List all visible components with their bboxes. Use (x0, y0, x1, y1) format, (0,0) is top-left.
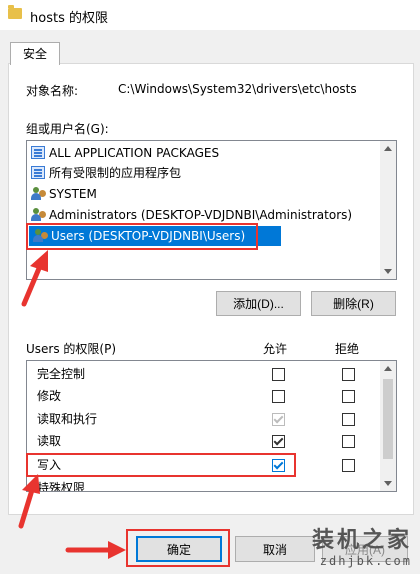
annotation-arrow-icon (65, 541, 126, 559)
permission-row: 读取和执行 (27, 408, 380, 430)
deny-checkbox[interactable] (342, 390, 355, 403)
deny-header: 拒绝 (335, 342, 360, 356)
scroll-up-icon[interactable] (384, 366, 392, 371)
list-item[interactable]: Administrators (DESKTOP-VDJDNBI\Administ… (27, 205, 352, 225)
group-user-list[interactable]: ALL APPLICATION PACKAGES 所有受限制的应用程序包 SYS… (26, 140, 397, 280)
annotation-arrow-icon (18, 474, 40, 529)
allow-header: 允许 (263, 342, 288, 356)
watermark: 装机之家 zdhjbk.com (312, 522, 412, 568)
watermark-url: zdhjbk.com (319, 554, 412, 568)
permission-name: 修改 (37, 389, 62, 403)
window-title: hosts 的权限 (30, 11, 108, 26)
package-icon (31, 146, 45, 159)
permission-row: 特殊权限 (27, 477, 380, 491)
list-item-label: ALL APPLICATION PACKAGES (49, 146, 220, 160)
permission-row: 修改 (27, 385, 380, 407)
permission-row: 完全控制 (27, 363, 380, 385)
scroll-up-icon[interactable] (384, 146, 392, 151)
list-item[interactable]: 所有受限制的应用程序包 (27, 163, 181, 183)
folder-icon (8, 5, 22, 19)
permission-name: 读取 (37, 434, 62, 448)
permission-name: 完全控制 (37, 367, 86, 381)
list-item-label: Administrators (DESKTOP-VDJDNBI\Administ… (49, 208, 353, 222)
allow-checkbox[interactable] (272, 390, 285, 403)
watermark-title: 装机之家 (311, 527, 412, 553)
deny-checkbox[interactable] (342, 368, 355, 381)
highlight-box (26, 453, 296, 477)
allow-checkbox[interactable] (272, 435, 285, 448)
allow-checkbox (272, 413, 285, 426)
ok-button[interactable]: 确定 (136, 536, 222, 562)
scroll-down-icon[interactable] (384, 269, 392, 274)
deny-checkbox[interactable] (342, 435, 355, 448)
cancel-button[interactable]: 取消 (235, 536, 315, 562)
object-name-value: C:\Windows\System32\drivers\etc\hosts (118, 82, 357, 96)
list-item[interactable]: ALL APPLICATION PACKAGES (27, 143, 219, 163)
deny-checkbox[interactable] (342, 459, 355, 472)
tab-security[interactable]: 安全 (10, 42, 60, 65)
deny-checkbox[interactable] (342, 413, 355, 426)
object-name-label: 对象名称: (26, 84, 79, 98)
list-item-label: SYSTEM (49, 187, 97, 201)
title-bar: hosts 的权限 (0, 0, 420, 30)
permissions-title: Users 的权限(P) (26, 342, 117, 356)
list-item-label: 所有受限制的应用程序包 (49, 166, 182, 180)
annotation-arrow-icon (21, 250, 48, 307)
remove-button[interactable]: 删除(R) (311, 291, 396, 316)
permission-name: 读取和执行 (37, 412, 98, 426)
list-item[interactable]: SYSTEM (27, 184, 97, 204)
list-scrollbar[interactable] (380, 141, 396, 279)
user-group-icon (31, 208, 46, 221)
package-icon (31, 166, 45, 179)
highlight-box (26, 223, 258, 250)
groups-label: 组或用户名(G): (26, 122, 109, 136)
allow-checkbox[interactable] (272, 368, 285, 381)
user-group-icon (31, 187, 46, 200)
permissions-scrollbar[interactable] (380, 361, 396, 491)
scroll-down-icon[interactable] (384, 481, 392, 486)
scroll-thumb[interactable] (383, 379, 393, 459)
permission-row: 读取 (27, 430, 380, 452)
add-button[interactable]: 添加(D)... (216, 291, 301, 316)
